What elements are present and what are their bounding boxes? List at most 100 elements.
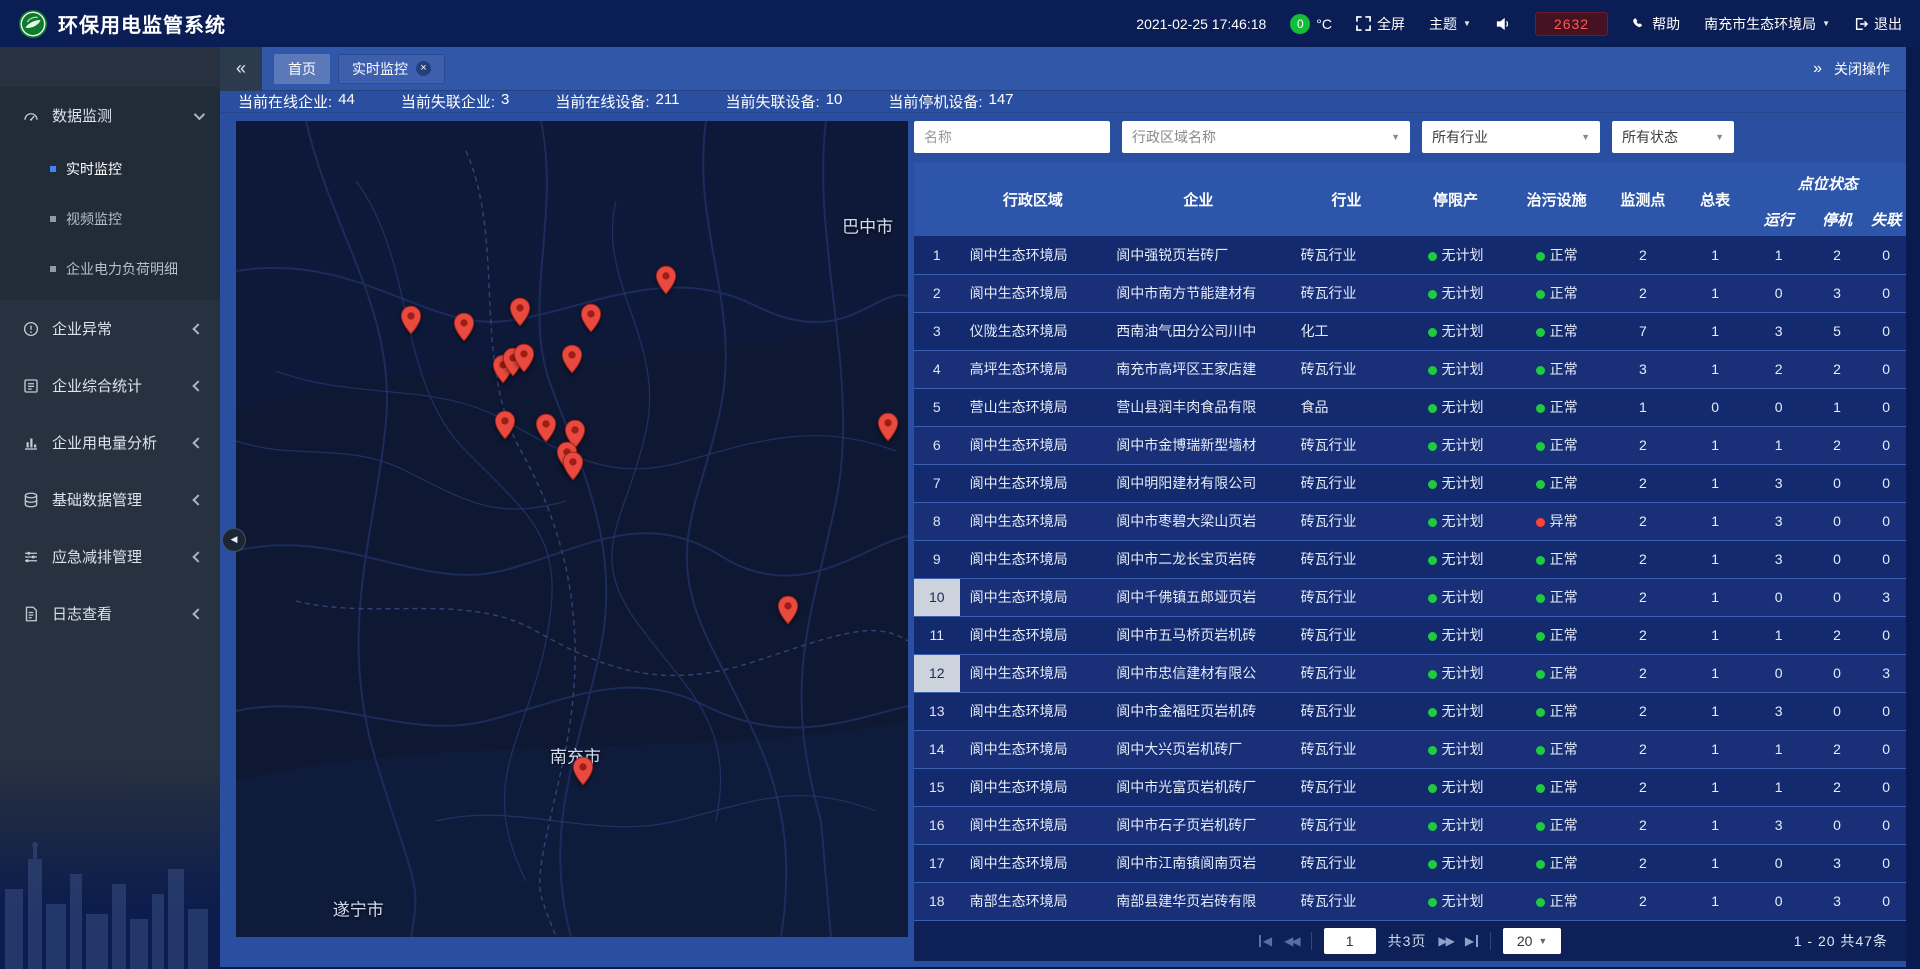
header-company[interactable]: 企业	[1106, 163, 1290, 236]
stat-label: 当前失联设备:	[725, 91, 819, 112]
status-dot-icon	[1428, 594, 1437, 603]
map-pin-icon[interactable]	[562, 451, 584, 484]
sidebar-section-label: 企业用电量分析	[52, 432, 194, 453]
help-button[interactable]: 帮助	[1632, 14, 1680, 34]
map-pin-icon[interactable]	[777, 595, 799, 628]
map[interactable]: 巴中市南充市遂宁市	[236, 121, 908, 937]
header-facility-status[interactable]: 治污设施	[1509, 163, 1605, 236]
map-pin-icon[interactable]	[572, 756, 594, 789]
cell-meters: 1	[1681, 692, 1749, 730]
table-row[interactable]: 6阆中生态环境局阆中市金博瑞新型墙材砖瓦行业无计划正常21120	[914, 426, 1906, 464]
header-monitor-points[interactable]: 监测点	[1605, 163, 1681, 236]
cell-company: 阆中市忠信建材有限公	[1106, 654, 1290, 692]
header-stopped[interactable]: 停机	[1808, 203, 1866, 236]
pager-last-icon[interactable]: ▶	[1465, 935, 1478, 947]
tabs-scroll-left-button[interactable]: «	[220, 47, 262, 91]
table-row[interactable]: 16阆中生态环境局阆中市石子页岩机砖厂砖瓦行业无计划正常21300	[914, 806, 1906, 844]
table-row[interactable]: 12阆中生态环境局阆中市忠信建材有限公砖瓦行业无计划正常21003	[914, 654, 1906, 692]
tab-list: 首页实时监控×	[274, 54, 445, 84]
limit-status-text: 无计划	[1442, 779, 1484, 795]
pager-prev-icon[interactable]: ◀◀	[1284, 935, 1298, 947]
map-pin-icon[interactable]	[513, 343, 535, 376]
sidebar-section-enterprise-abnormal[interactable]: 企业异常	[0, 300, 220, 357]
page-size-select[interactable]: 20 ▼	[1503, 928, 1561, 954]
org-dropdown[interactable]: 南充市生态环境局 ▼	[1704, 14, 1830, 34]
cell-industry: 砖瓦行业	[1291, 274, 1403, 312]
alarm-count-badge[interactable]: 2632	[1535, 12, 1608, 36]
table-row[interactable]: 2阆中生态环境局阆中市南方节能建材有砖瓦行业无计划正常21030	[914, 274, 1906, 312]
map-pin-icon[interactable]	[494, 410, 516, 443]
header-total-meters[interactable]: 总表	[1681, 163, 1749, 236]
theme-dropdown[interactable]: 主题 ▼	[1429, 14, 1471, 34]
tab-realtime-monitoring[interactable]: 实时监控×	[338, 54, 445, 84]
tab-close-icon[interactable]: ×	[416, 61, 431, 76]
sidebar-section-data-monitoring[interactable]: 数据监测	[0, 87, 220, 144]
sidebar-item-video-monitoring[interactable]: 视频监控	[0, 194, 220, 244]
sidebar-item-realtime-monitoring[interactable]: 实时监控	[0, 144, 220, 194]
industry-select[interactable]: 所有行业 ▼	[1422, 121, 1600, 153]
sidebar-section-enterprise-statistics[interactable]: 企业综合统计	[0, 357, 220, 414]
tab-home[interactable]: 首页	[274, 54, 330, 84]
table-row[interactable]: 15阆中生态环境局阆中市光富页岩机砖厂砖瓦行业无计划正常21120	[914, 768, 1906, 806]
cell-facility-status: 正常	[1509, 730, 1605, 768]
table-row[interactable]: 18南部生态环境局南部县建华页岩砖有限砖瓦行业无计划正常21030	[914, 882, 1906, 920]
table-row[interactable]: 13阆中生态环境局阆中市金福旺页岩机砖砖瓦行业无计划正常21300	[914, 692, 1906, 730]
table-row[interactable]: 3仪陇生态环境局西南油气田分公司川中化工无计划正常71350	[914, 312, 1906, 350]
table-row[interactable]: 8阆中生态环境局阆中市枣碧大梁山页岩砖瓦行业无计划异常21300	[914, 502, 1906, 540]
top-header: 环保用电监管系统 2021-02-25 17:46:18 0 °C 全屏 主题 …	[0, 0, 1920, 47]
map-pin-icon[interactable]	[655, 265, 677, 298]
map-pin-icon[interactable]	[580, 303, 602, 336]
map-collapse-toggle[interactable]: ◀	[222, 528, 246, 552]
sidebar-section-emergency-management[interactable]: 应急减排管理	[0, 528, 220, 585]
cell-stop: 1	[1808, 388, 1866, 426]
header-region[interactable]: 行政区域	[960, 163, 1107, 236]
tabs-scroll-right-button[interactable]: »	[1813, 60, 1820, 78]
cell-industry: 砖瓦行业	[1291, 502, 1403, 540]
table-row[interactable]: 9阆中生态环境局阆中市二龙长宝页岩砖砖瓦行业无计划正常21300	[914, 540, 1906, 578]
map-pin-icon[interactable]	[535, 413, 557, 446]
pager-first-icon[interactable]: ◀	[1259, 935, 1272, 947]
cell-facility-status: 正常	[1509, 426, 1605, 464]
map-pin-icon[interactable]	[453, 312, 475, 345]
table-row[interactable]: 14阆中生态环境局阆中大兴页岩机砖厂砖瓦行业无计划正常21120	[914, 730, 1906, 768]
table-row[interactable]: 5营山生态环境局营山县润丰肉食品有限食品无计划正常10010	[914, 388, 1906, 426]
cell-limit-status: 无计划	[1403, 274, 1509, 312]
map-pin-icon[interactable]	[400, 305, 422, 338]
status-dot-icon	[1428, 708, 1437, 717]
table-row[interactable]: 11阆中生态环境局阆中市五马桥页岩机砖砖瓦行业无计划正常21120	[914, 616, 1906, 654]
name-search-input[interactable]	[914, 121, 1110, 153]
header-disconnected[interactable]: 失联	[1866, 203, 1906, 236]
sidebar-section-log-view[interactable]: 日志查看	[0, 585, 220, 642]
fullscreen-label: 全屏	[1377, 14, 1405, 34]
sidebar-section-basic-data[interactable]: 基础数据管理	[0, 471, 220, 528]
close-operations-button[interactable]: 关闭操作	[1834, 59, 1890, 79]
table-row[interactable]: 7阆中生态环境局阆中明阳建材有限公司砖瓦行业无计划正常21300	[914, 464, 1906, 502]
sidebar-section-power-analysis[interactable]: 企业用电量分析	[0, 414, 220, 471]
cell-limit-status: 无计划	[1403, 882, 1509, 920]
table-row[interactable]: 10阆中生态环境局阆中千佛镇五郎垭页岩砖瓦行业无计划正常21003	[914, 578, 1906, 616]
cell-meters: 1	[1681, 844, 1749, 882]
map-pin-icon[interactable]	[877, 412, 899, 445]
pager-next-icon[interactable]: ▶▶	[1438, 935, 1452, 947]
stat-item: 当前在线设备:211	[555, 91, 679, 112]
page-number-input[interactable]	[1324, 928, 1376, 954]
table-row[interactable]: 4高坪生态环境局南充市高坪区王家店建砖瓦行业无计划正常31220	[914, 350, 1906, 388]
sidebar-item-power-load-detail[interactable]: 企业电力负荷明细	[0, 244, 220, 294]
logout-button[interactable]: 退出	[1854, 14, 1902, 34]
table-header: 行政区域 企业 行业 停限产 治污设施 监测点 总表 点位状态 运行	[914, 163, 1906, 236]
header-running[interactable]: 运行	[1749, 203, 1807, 236]
chevron-left-icon	[192, 323, 203, 334]
region-select[interactable]: 行政区域名称 ▼	[1122, 121, 1410, 153]
table-row[interactable]: 17阆中生态环境局阆中市江南镇阆南页岩砖瓦行业无计划正常21030	[914, 844, 1906, 882]
status-dot-icon	[1536, 632, 1545, 641]
header-limit-status[interactable]: 停限产	[1403, 163, 1509, 236]
fullscreen-button[interactable]: 全屏	[1356, 14, 1405, 34]
map-pin-icon[interactable]	[509, 297, 531, 330]
status-select[interactable]: 所有状态 ▼	[1612, 121, 1734, 153]
status-dot-icon	[1536, 594, 1545, 603]
cell-lost: 0	[1866, 426, 1906, 464]
header-industry[interactable]: 行业	[1291, 163, 1403, 236]
table-row[interactable]: 1阆中生态环境局阆中强锐页岩砖厂砖瓦行业无计划正常21120	[914, 236, 1906, 274]
map-pin-icon[interactable]	[561, 344, 583, 377]
alarm-speaker[interactable]	[1495, 17, 1511, 31]
